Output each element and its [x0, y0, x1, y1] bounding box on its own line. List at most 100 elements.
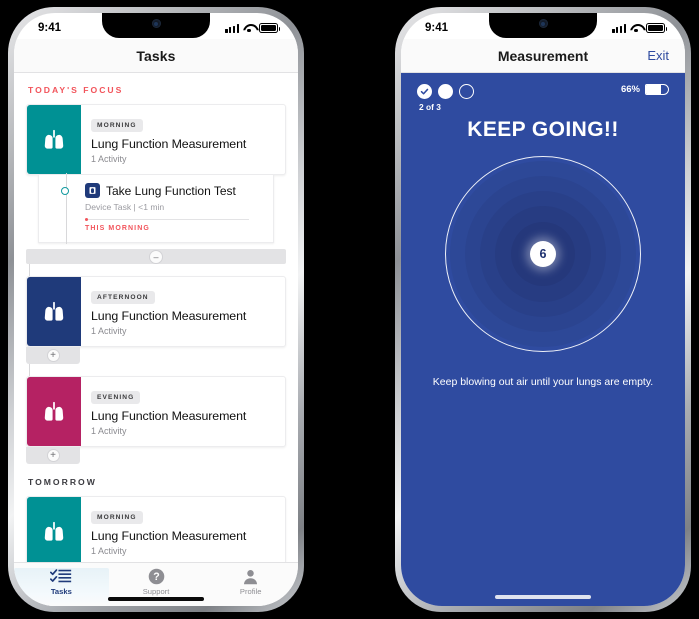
tab-label-tasks: Tasks: [50, 587, 72, 596]
task-list[interactable]: TODAY'S FOCUS MORNING Lung Function Meas…: [14, 73, 298, 562]
card-thumbnail-morning: [27, 105, 81, 174]
home-indicator: [108, 597, 204, 601]
phone-device-right: 9:41 Measurement Exit 2 of 3 66% KEEP GO…: [395, 7, 691, 612]
step-count-label: 2 of 3: [419, 102, 441, 112]
page-title: Measurement: [497, 47, 589, 64]
status-time: 9:41: [425, 22, 449, 34]
card-subtitle: 1 Activity: [91, 326, 127, 336]
screen-measurement: 9:41 Measurement Exit 2 of 3 66% KEEP GO…: [401, 13, 685, 606]
card[interactable]: AFTERNOON Lung Function Measurement 1 Ac…: [26, 276, 286, 347]
battery-icon: [646, 23, 668, 33]
task-progress-line: [85, 218, 249, 221]
person-icon: [244, 570, 258, 585]
cellular-signal-icon: [225, 23, 239, 33]
wifi-icon: [243, 24, 255, 33]
task-card-tomorrow-morning[interactable]: MORNING Lung Function Measurement 1 Acti…: [14, 496, 298, 562]
expand-button[interactable]: +: [46, 449, 60, 462]
timeline-rail-segment: [29, 264, 30, 276]
expand-button[interactable]: +: [46, 349, 60, 362]
exit-button[interactable]: Exit: [647, 48, 669, 63]
task-radio-icon[interactable]: [61, 187, 69, 195]
card-body: MORNING Lung Function Measurement 1 Acti…: [81, 497, 285, 562]
measurement-header: 2 of 3 66%: [401, 73, 685, 112]
countdown-value: 6: [539, 247, 547, 261]
task-meta: Device Task | <1 min: [85, 202, 165, 212]
svg-text:?: ?: [153, 571, 159, 583]
task-title: Take Lung Function Test: [106, 183, 236, 198]
tab-support[interactable]: ? Support: [109, 568, 204, 596]
tab-tasks[interactable]: Tasks: [14, 568, 109, 606]
wifi-icon: [630, 24, 642, 33]
card-title: Lung Function Measurement: [91, 309, 247, 323]
status-icons: [225, 23, 281, 33]
task-header: Take Lung Function Test: [85, 183, 263, 198]
measurement-body: 2 of 3 66% KEEP GOING!! 6 Keep blowing o…: [401, 73, 685, 606]
card-thumbnail-tomorrow: [27, 497, 81, 562]
cellular-signal-icon: [612, 23, 626, 33]
home-indicator: [495, 595, 591, 599]
card-subtitle: 1 Activity: [91, 426, 127, 436]
notch: [489, 13, 597, 38]
navbar-tasks: Tasks: [14, 39, 298, 73]
step-dot-pending: [459, 84, 474, 99]
step-dot-complete: [417, 84, 432, 99]
time-of-day-badge: MORNING: [91, 511, 143, 524]
card-thumbnail-evening: [27, 377, 81, 446]
checklist-icon: [50, 569, 72, 583]
card-title: Lung Function Measurement: [91, 529, 247, 543]
section-header-today: TODAY'S FOCUS: [28, 85, 124, 95]
device-battery-fill: [646, 85, 661, 94]
card-subtitle: 1 Activity: [91, 154, 127, 164]
step-dots: [417, 84, 474, 99]
status-icons: [612, 23, 668, 33]
task-card-morning[interactable]: MORNING Lung Function Measurement 1 Acti…: [14, 104, 298, 244]
device-battery-percent: 66%: [620, 84, 640, 95]
breath-ripple-visual: 6: [443, 154, 643, 354]
task-card-evening[interactable]: EVENING Lung Function Measurement 1 Acti…: [14, 364, 298, 464]
screen-tasks: 9:41 Tasks TODAY'S FOCUS MORNING Lung Fu…: [14, 13, 298, 606]
expand-strip-afternoon[interactable]: +: [26, 347, 80, 364]
time-of-day-badge: AFTERNOON: [91, 291, 155, 304]
instruction-text: Keep blowing out air until your lungs ar…: [432, 376, 654, 388]
time-of-day-badge: MORNING: [91, 119, 143, 132]
card[interactable]: MORNING Lung Function Measurement 1 Acti…: [26, 104, 286, 175]
lungs-icon: [44, 129, 64, 149]
card-body: EVENING Lung Function Measurement 1 Acti…: [81, 377, 285, 446]
task-card-afternoon[interactable]: AFTERNOON Lung Function Measurement 1 Ac…: [14, 264, 298, 364]
step-progress: 2 of 3: [417, 84, 474, 112]
card[interactable]: MORNING Lung Function Measurement 1 Acti…: [26, 496, 286, 562]
collapse-bar[interactable]: –: [26, 249, 286, 264]
section-header-tomorrow: TOMORROW: [28, 477, 97, 487]
collapse-button[interactable]: –: [149, 249, 163, 264]
tab-label-profile: Profile: [239, 587, 262, 596]
check-icon: [420, 88, 429, 95]
step-dot-current: [438, 84, 453, 99]
tab-profile[interactable]: Profile: [203, 568, 298, 596]
device-battery-icon: [645, 84, 669, 95]
card-body: MORNING Lung Function Measurement 1 Acti…: [81, 105, 285, 174]
navbar-measurement: Measurement Exit: [401, 39, 685, 73]
card[interactable]: EVENING Lung Function Measurement 1 Acti…: [26, 376, 286, 447]
card-title: Lung Function Measurement: [91, 137, 247, 151]
phone-device-left: 9:41 Tasks TODAY'S FOCUS MORNING Lung Fu…: [8, 7, 304, 612]
page-title: Tasks: [136, 47, 176, 64]
card-subtitle: 1 Activity: [91, 546, 127, 556]
timeline-rail: [66, 173, 67, 244]
card-body: AFTERNOON Lung Function Measurement 1 Ac…: [81, 277, 285, 346]
expanded-task-row[interactable]: Take Lung Function Test Device Task | <1…: [38, 173, 274, 244]
device-battery-indicator: 66%: [621, 84, 669, 95]
headline-text: KEEP GOING!!: [467, 118, 619, 141]
task-due-label: THIS MORNING: [85, 225, 150, 232]
card-title: Lung Function Measurement: [91, 409, 247, 423]
device-task-icon: [85, 183, 100, 198]
expand-strip-evening[interactable]: +: [26, 447, 80, 464]
screenshot-stage: 9:41 Tasks TODAY'S FOCUS MORNING Lung Fu…: [0, 0, 699, 619]
device-glyph-icon: [89, 187, 96, 194]
lungs-icon: [44, 301, 64, 321]
lungs-icon: [44, 521, 64, 541]
time-of-day-badge: EVENING: [91, 391, 141, 404]
question-circle-icon: ?: [148, 568, 164, 585]
lungs-icon: [44, 401, 64, 421]
tab-label-support: Support: [142, 587, 170, 596]
front-camera-icon: [151, 19, 161, 28]
